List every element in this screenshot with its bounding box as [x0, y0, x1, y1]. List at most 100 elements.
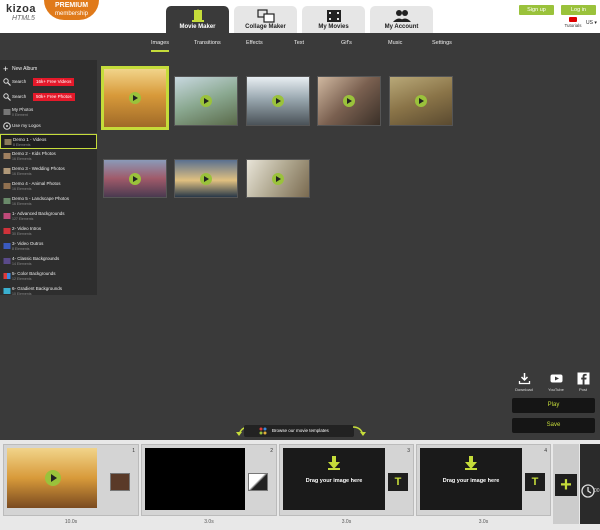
- play-icon: [129, 92, 141, 104]
- sidebar-item-count: 10 Elements: [12, 292, 32, 296]
- album-sidebar: + New Album Search 16k+ Free Videos Sear…: [0, 60, 97, 296]
- media-thumbnail[interactable]: [317, 76, 381, 126]
- drag-image-label: Drag your image here: [442, 478, 500, 484]
- timeline-scroll-end[interactable]: 00: [580, 444, 600, 524]
- tab-collage-maker[interactable]: Collage Maker: [234, 6, 297, 33]
- search-label: Search: [12, 79, 27, 84]
- sidebar-item-demo-wedding[interactable]: Demo 3 - Wedding Photos 16 Elements: [0, 164, 97, 179]
- login-button[interactable]: Log in: [561, 5, 596, 15]
- curve-arrow-right-icon: [352, 426, 366, 436]
- add-slide-area[interactable]: +: [553, 444, 579, 524]
- tutorials-link[interactable]: Tutorials: [563, 17, 583, 28]
- sidebar-item-label: 4- Classic Backgrounds: [12, 256, 60, 261]
- frame-duration: 3.0s: [478, 519, 489, 525]
- album-icon: [3, 183, 11, 189]
- download-button[interactable]: Download: [514, 372, 534, 392]
- sidebar-item-demo-animals[interactable]: Demo 4 - Animal Photos 16 Elements: [0, 179, 97, 194]
- search-photos-item[interactable]: Search 50k+ Free Photos: [0, 90, 97, 105]
- add-text-button[interactable]: T: [525, 473, 545, 491]
- youtube-label: YouTube: [548, 387, 564, 392]
- sidebar-item-gradient-backgrounds[interactable]: 6- Gradient Backgrounds 10 Elements: [0, 284, 97, 299]
- frame-duration: 3.0s: [204, 519, 214, 525]
- media-thumbnail[interactable]: [174, 76, 238, 126]
- play-icon: [200, 172, 212, 185]
- premium-badge[interactable]: PREMIUM membership: [44, 0, 99, 20]
- tab-my-account[interactable]: My Account: [370, 6, 433, 33]
- media-thumbnail[interactable]: [101, 66, 169, 130]
- subtab-transitions[interactable]: Transitions: [194, 40, 221, 46]
- signup-button[interactable]: Sign up: [519, 5, 554, 15]
- arrow-down-icon: [328, 456, 340, 470]
- chevron-down-icon: ▾: [594, 20, 597, 26]
- tab-label: Movie Maker: [179, 24, 216, 30]
- subtab-effects[interactable]: Effects: [246, 40, 263, 46]
- new-album-label: New Album: [12, 66, 38, 72]
- logo-icon: [3, 122, 11, 130]
- sidebar-item-count: 0 Element: [12, 113, 28, 117]
- media-thumbnail[interactable]: [389, 76, 453, 126]
- post-button[interactable]: Post: [573, 372, 593, 392]
- image-drop-zone[interactable]: Drag your image here: [420, 448, 522, 510]
- add-text-button[interactable]: T: [388, 473, 408, 491]
- image-drop-zone[interactable]: Drag your image here: [283, 448, 385, 510]
- sidebar-item-color-backgrounds[interactable]: 5- Color Backgrounds 12 Elements: [0, 269, 97, 284]
- sidebar-item-label: Demo 5 - Landscape Photos: [12, 196, 70, 201]
- timeline-frame[interactable]: 2 3.0s: [141, 444, 277, 525]
- album-icon: [4, 139, 12, 145]
- sidebar-item-demo-landscape[interactable]: Demo 5 - Landscape Photos 16 Elements: [0, 194, 97, 209]
- sidebar-item-demo-kids[interactable]: Demo 2 - Kids Photos 16 Elements: [0, 149, 97, 164]
- add-slide-button[interactable]: +: [555, 474, 577, 496]
- media-thumbnail[interactable]: [246, 76, 310, 126]
- sidebar-item-count: 14 Elements: [12, 262, 32, 266]
- language-select[interactable]: US ▾: [586, 20, 597, 26]
- next-duration: 00: [594, 488, 600, 494]
- media-thumbnail[interactable]: [103, 159, 167, 198]
- timeline-frame[interactable]: Drag your image here 4 T 3.0s: [416, 444, 551, 525]
- subtab-text[interactable]: Text: [294, 40, 304, 46]
- download-label: Download: [515, 387, 533, 392]
- play-button[interactable]: Play: [512, 398, 595, 413]
- sidebar-item-count: 16 Elements: [12, 172, 32, 176]
- logo-subtext: HTML5: [12, 15, 35, 22]
- top-bar: kizoa HTML5 PREMIUM membership Movie Mak…: [0, 0, 600, 33]
- search-videos-item[interactable]: Search 16k+ Free Videos: [0, 75, 97, 90]
- kizoa-logo[interactable]: kizoa HTML5: [6, 3, 40, 29]
- album-icon: [3, 258, 11, 264]
- tab-my-movies[interactable]: My Movies: [302, 6, 365, 33]
- sidebar-item-count: 127 Elements: [12, 217, 34, 221]
- tab-movie-maker[interactable]: Movie Maker: [166, 6, 229, 33]
- post-label: Post: [578, 387, 587, 392]
- palette-icon: [259, 427, 267, 435]
- timeline-frame[interactable]: Drag your image here 3 T 3.0s: [279, 444, 414, 525]
- subtab-images[interactable]: Images: [151, 40, 170, 52]
- sidebar-item-label: Demo 3 - Wedding Photos: [12, 166, 65, 171]
- media-thumbnail[interactable]: [174, 159, 238, 198]
- subtab-gifs[interactable]: Gif's: [341, 40, 352, 46]
- sidebar-item-my-logos[interactable]: Use my Logos: [0, 119, 97, 134]
- subtab-music[interactable]: Music: [388, 40, 402, 46]
- timeline-frame[interactable]: 1 10.0s: [3, 444, 139, 525]
- sidebar-item-advanced-backgrounds[interactable]: 1- Advanced Backgrounds 127 Elements: [0, 209, 97, 224]
- frame-preview[interactable]: [145, 448, 245, 510]
- tab-label: My Account: [384, 24, 419, 30]
- frame-preview[interactable]: [7, 448, 97, 508]
- media-thumbnail[interactable]: [246, 159, 310, 198]
- youtube-button[interactable]: YouTube: [546, 372, 566, 392]
- sidebar-item-classic-backgrounds[interactable]: 4- Classic Backgrounds 14 Elements: [0, 254, 97, 269]
- transition-slot[interactable]: [248, 473, 268, 491]
- sidebar-item-demo-videos[interactable]: Demo 1 - Videos 8 Elements: [0, 134, 97, 149]
- save-button[interactable]: Save: [512, 418, 595, 433]
- search-label: Search: [12, 94, 27, 99]
- browse-templates-button[interactable]: Browse our movie templates: [244, 425, 354, 437]
- sidebar-item-video-intros[interactable]: 2- Video Intros 30 Elements: [0, 224, 97, 239]
- film-icon: [191, 9, 204, 22]
- album-icon: [3, 273, 11, 279]
- album-icon: [3, 153, 11, 159]
- sidebar-item-video-outros[interactable]: 3- Video Outros 8 Elements: [0, 239, 97, 254]
- album-icon: [3, 168, 11, 174]
- play-icon: [200, 95, 212, 107]
- subtab-settings[interactable]: Settings: [432, 40, 452, 46]
- sidebar-item-my-photos[interactable]: My Photos 0 Element: [0, 105, 97, 120]
- frame-number: 4: [544, 448, 547, 454]
- transition-slot[interactable]: [110, 473, 130, 491]
